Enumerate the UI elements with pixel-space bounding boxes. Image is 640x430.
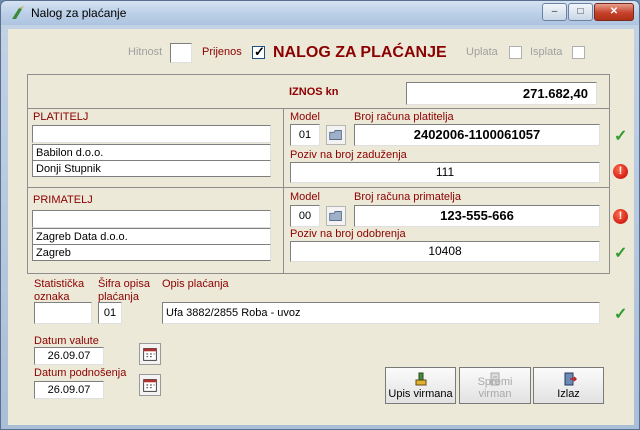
isplata-label: Isplata: [530, 46, 563, 58]
folder-icon: [329, 130, 342, 140]
recipient-account-error-icon: !: [613, 209, 628, 224]
code-label-1: Šifra opisa: [98, 278, 150, 290]
prijenos-label: Prijenos: [202, 46, 242, 58]
podnosenje-label: Datum podnošenja: [34, 367, 127, 379]
hitnost-input[interactable]: [170, 43, 192, 63]
recipient-reference-input[interactable]: 10408: [290, 241, 600, 262]
valuta-label: Datum valute: [34, 335, 99, 347]
payer-model-label: Model: [290, 111, 320, 123]
payer-account-ok-icon: ✓: [614, 128, 628, 145]
close-button[interactable]: ✕: [594, 3, 634, 21]
form-title: NALOG ZA PLAĆANJE: [273, 44, 447, 61]
payment-order-window: Nalog za plaćanje – □ ✕ Hitnost Prijenos…: [0, 0, 640, 430]
calendar-icon: [143, 348, 157, 361]
maximize-button[interactable]: □: [568, 3, 593, 21]
payer-line1-input[interactable]: [32, 125, 271, 143]
folder-icon: [329, 211, 342, 221]
recipient-name-input[interactable]: Zagreb Data d.o.o.: [32, 228, 271, 245]
payer-account-input[interactable]: 2402006-1100061057: [354, 124, 600, 146]
window-title: Nalog za plaćanje: [31, 6, 127, 20]
exit-door-icon: [564, 372, 577, 386]
recipient-reference-ok-icon: ✓: [614, 245, 628, 262]
amount-label: IZNOS kn: [289, 86, 339, 98]
amount-input[interactable]: 271.682,40: [406, 82, 597, 105]
calendar-icon: [143, 379, 157, 392]
code-input[interactable]: 01: [98, 302, 122, 324]
prijenos-checkbox[interactable]: ✓: [252, 44, 265, 59]
recipient-section-label: PRIMATELJ: [33, 194, 93, 206]
valuta-calendar-button[interactable]: [139, 343, 161, 365]
stat-label-1: Statistička: [34, 278, 85, 290]
payer-name-input[interactable]: Babilon d.o.o.: [32, 144, 271, 161]
hitnost-label: Hitnost: [128, 46, 163, 58]
uplata-label: Uplata: [466, 46, 498, 58]
payer-model-lookup-button[interactable]: [326, 125, 346, 145]
stat-input[interactable]: [34, 302, 92, 324]
podnosenje-calendar-button[interactable]: [139, 374, 161, 396]
opis-label: Opis plaćanja: [162, 278, 229, 290]
opis-ok-icon: ✓: [614, 306, 628, 323]
form-area: Hitnost Prijenos ✓ NALOG ZA PLAĆANJE Upl…: [8, 29, 634, 425]
payer-city-input[interactable]: Donji Stupnik: [32, 160, 271, 177]
divider: [27, 187, 610, 188]
spremi-virman-label: Spremi virman: [477, 376, 513, 400]
payer-reference-input[interactable]: 111: [290, 162, 600, 183]
check-mark-icon: ✓: [254, 44, 265, 59]
title-bar[interactable]: Nalog za plaćanje – □ ✕: [1, 1, 639, 25]
app-icon: [12, 6, 24, 19]
recipient-line1-input[interactable]: [32, 210, 271, 228]
payer-section-label: PLATITELJ: [33, 111, 89, 123]
payer-account-label: Broj računa platitelja: [354, 111, 454, 123]
minimize-button[interactable]: –: [542, 3, 567, 21]
podnosenje-input[interactable]: 26.09.07: [34, 381, 104, 399]
recipient-reference-label: Poziv na broj odobrenja: [290, 228, 406, 240]
payer-model-input[interactable]: 01: [290, 124, 320, 146]
isplata-checkbox[interactable]: [572, 46, 585, 59]
recipient-city-input[interactable]: Zagreb: [32, 244, 271, 261]
stamp-icon: [415, 372, 426, 386]
recipient-account-label: Broj računa primatelja: [354, 191, 461, 203]
recipient-model-input[interactable]: 00: [290, 205, 320, 227]
izlaz-button[interactable]: Izlaz: [533, 367, 604, 404]
payer-reference-label: Poziv na broj zaduženja: [290, 149, 407, 161]
divider: [27, 108, 610, 109]
izlaz-label: Izlaz: [557, 388, 580, 400]
upis-virmana-button[interactable]: Upis virmana: [385, 367, 456, 404]
valuta-input[interactable]: 26.09.07: [34, 347, 104, 365]
recipient-account-input[interactable]: 123-555-666: [354, 205, 600, 227]
spremi-virman-button[interactable]: Spremi virman: [459, 367, 531, 404]
recipient-model-lookup-button[interactable]: [326, 206, 346, 226]
upis-virmana-label: Upis virmana: [388, 388, 453, 400]
divider: [283, 108, 284, 274]
recipient-model-label: Model: [290, 191, 320, 203]
payer-reference-error-icon: !: [613, 164, 628, 179]
opis-input[interactable]: Ufa 3882/2855 Roba - uvoz: [162, 302, 600, 324]
uplata-checkbox[interactable]: [509, 46, 522, 59]
